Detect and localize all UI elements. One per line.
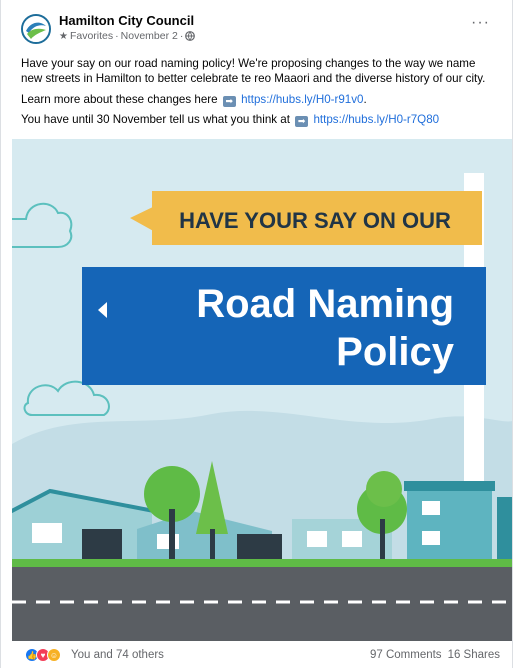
paragraph-2-text: Learn more about these changes here — [21, 93, 218, 106]
shares-count[interactable]: 16 Shares — [448, 649, 500, 661]
post-text-paragraph-2: Learn more about these changes here ➡ ht… — [21, 92, 498, 107]
star-icon: ★ — [59, 30, 68, 42]
paragraph-2-period: . — [363, 93, 367, 106]
page-avatar[interactable] — [21, 14, 51, 44]
main-sign-line-1: Road Naming — [196, 282, 454, 326]
changes-link[interactable]: https://hubs.ly/H0-r91v0 — [241, 93, 363, 106]
paragraph-3-text: You have until 30 November tell us what … — [21, 113, 290, 126]
right-arrow-emoji-icon: ➡ — [222, 96, 236, 107]
comments-count[interactable]: 97 Comments — [370, 649, 442, 661]
main-sign-line-2: Policy — [336, 330, 455, 374]
post-text-paragraph-1: Have your say on our road naming policy!… — [21, 57, 486, 85]
reactions-count[interactable]: You and 74 others — [71, 649, 164, 661]
top-sign-text: HAVE YOUR SAY ON OUR — [179, 208, 451, 233]
meta-dot: · — [179, 30, 184, 42]
globe-icon — [185, 31, 196, 41]
road-naming-illustration: HAVE YOUR SAY ON OUR Road Naming Policy — [12, 139, 512, 641]
post-meta: ★ Favorites · November 2 · — [59, 30, 196, 42]
post-header: Hamilton City Council ★ Favorites · Nove… — [21, 8, 502, 48]
post-image[interactable]: HAVE YOUR SAY ON OUR Road Naming Policy — [12, 139, 512, 641]
post-date[interactable]: November 2 — [121, 30, 178, 42]
facebook-post: Hamilton City Council ★ Favorites · Nove… — [0, 0, 513, 668]
more-options-icon[interactable]: ··· — [471, 14, 490, 32]
meta-separator: · — [115, 30, 119, 42]
feedback-link[interactable]: https://hubs.ly/H0-r7Q80 — [313, 113, 439, 126]
haha-reaction-icon: ☺ — [47, 648, 61, 662]
favorites-label[interactable]: Favorites — [70, 30, 113, 42]
page-name-link[interactable]: Hamilton City Council — [59, 13, 194, 28]
post-footer: 👍 ♥ ☺ You and 74 others 97 Comments 16 S… — [25, 648, 500, 666]
engagement-counts: 97 Comments 16 Shares — [370, 649, 500, 661]
right-arrow-emoji-icon: ➡ — [295, 116, 309, 127]
post-text-paragraph-3: You have until 30 November tell us what … — [21, 112, 498, 127]
council-logo-icon — [23, 16, 49, 42]
reactions-summary[interactable]: 👍 ♥ ☺ — [25, 648, 61, 662]
